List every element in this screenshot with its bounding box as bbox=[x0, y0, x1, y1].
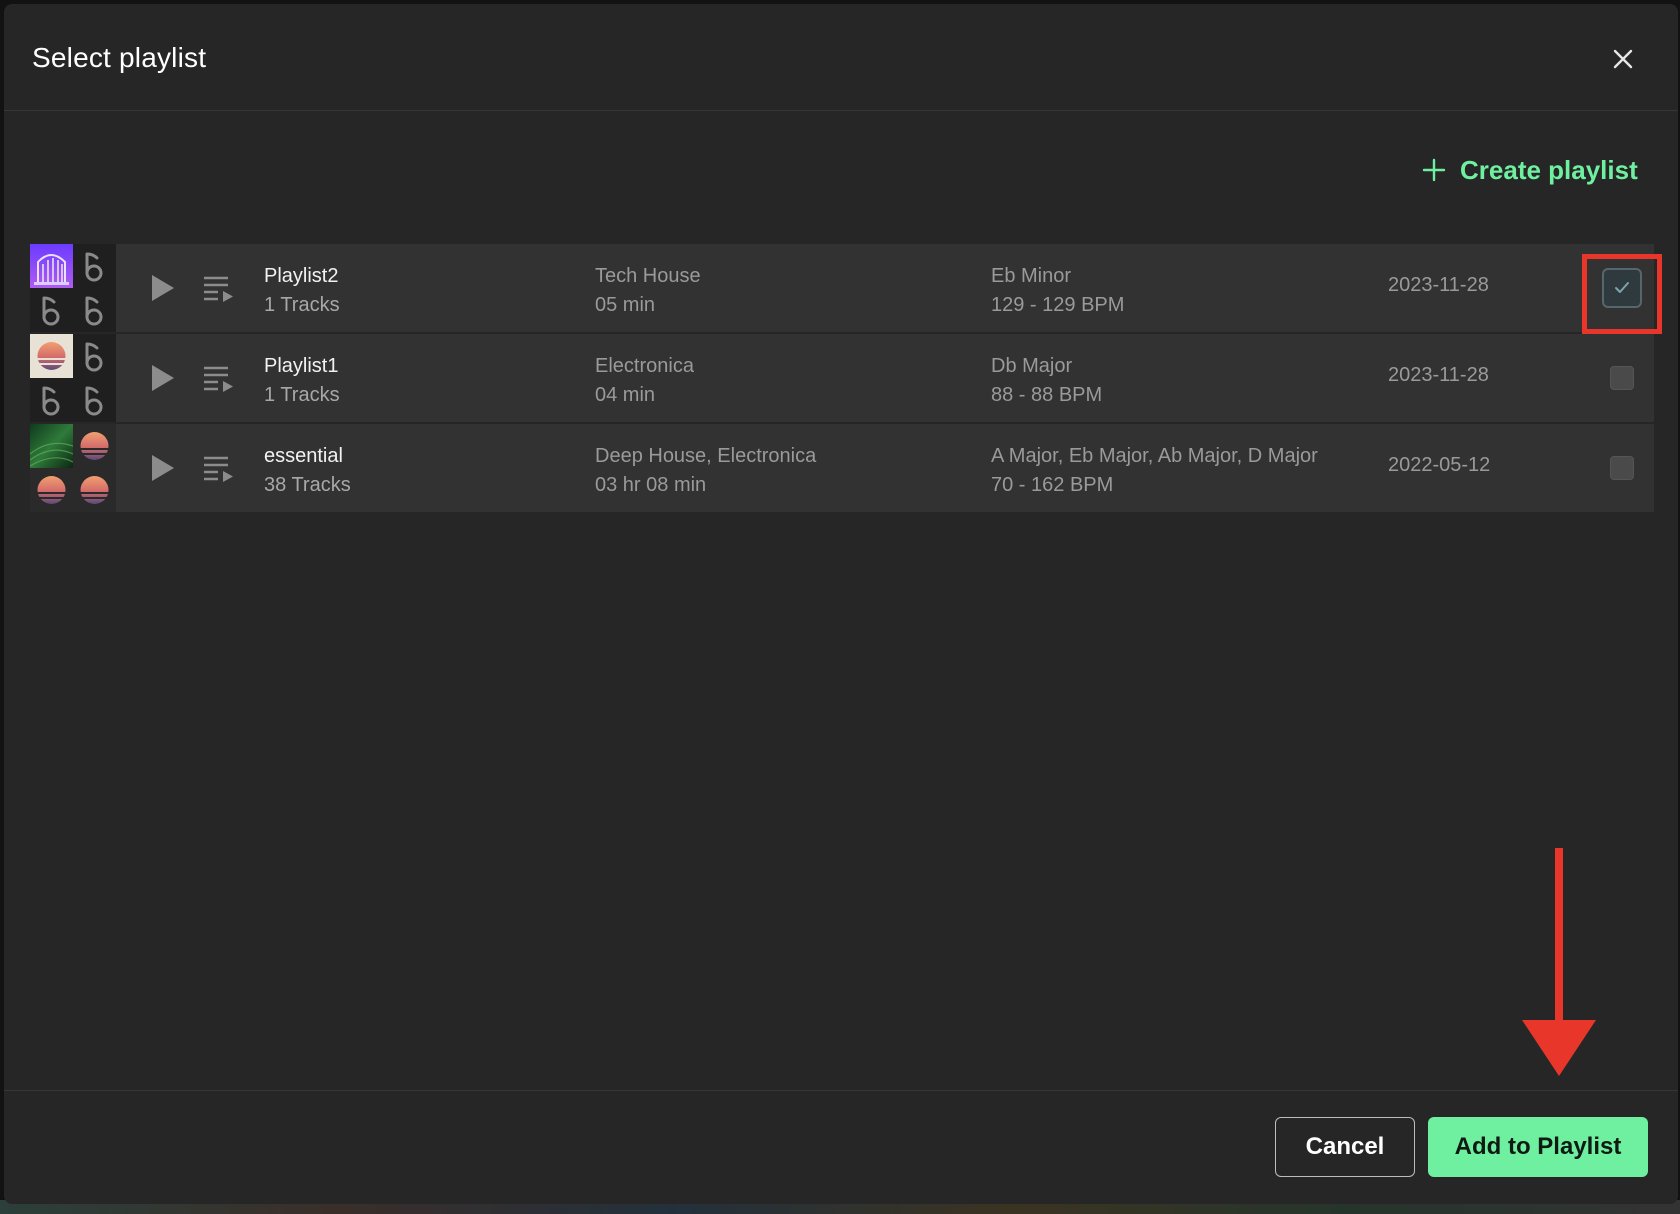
playlist-genre: Deep House, Electronica bbox=[595, 445, 817, 467]
playlist-row[interactable]: Playlist1 1 Tracks Electronica 04 min Db… bbox=[30, 334, 1654, 422]
playlist-key-cell: Eb Minor 129 - 129 BPM bbox=[991, 262, 1124, 320]
create-playlist-button[interactable]: Create playlist bbox=[1422, 150, 1638, 190]
create-playlist-label: Create playlist bbox=[1460, 154, 1638, 185]
plus-icon bbox=[1422, 158, 1446, 182]
cover-art-image bbox=[73, 424, 116, 468]
playlist-name: essential bbox=[264, 445, 343, 467]
cancel-button[interactable]: Cancel bbox=[1275, 1117, 1415, 1177]
playlist-genre-cell: Electronica 04 min bbox=[595, 352, 694, 410]
playlist-duration: 05 min bbox=[595, 294, 656, 316]
playlist-checkbox[interactable] bbox=[1610, 456, 1634, 480]
add-to-queue-button[interactable] bbox=[202, 362, 236, 394]
add-to-queue-button[interactable] bbox=[202, 272, 236, 304]
playlist-date: 2022-05-12 bbox=[1388, 454, 1491, 476]
playlist-name-cell: essential 38 Tracks bbox=[264, 442, 351, 500]
playlist-key-cell: A Major, Eb Major, Ab Major, D Major 70 … bbox=[991, 442, 1318, 500]
playlist-artwork bbox=[30, 424, 116, 512]
playlist-genre: Tech House bbox=[595, 265, 701, 287]
playlist-key-cell: Db Major 88 - 88 BPM bbox=[991, 352, 1102, 410]
close-icon bbox=[1613, 49, 1633, 69]
playlist-checkbox[interactable] bbox=[1610, 366, 1634, 390]
dialog-header: Select playlist bbox=[4, 4, 1678, 111]
playlist-artwork bbox=[30, 334, 116, 422]
playlist-date: 2023-11-28 bbox=[1388, 364, 1489, 386]
playlist-date: 2023-11-28 bbox=[1388, 274, 1489, 296]
playlist-key: Db Major bbox=[991, 355, 1073, 377]
playlist-name-cell: Playlist2 1 Tracks bbox=[264, 262, 340, 320]
play-icon bbox=[152, 365, 174, 391]
music-note-icon bbox=[73, 244, 116, 288]
queue-icon bbox=[204, 366, 233, 392]
add-to-queue-button[interactable] bbox=[202, 452, 236, 484]
queue-icon bbox=[204, 276, 233, 302]
cover-art-image bbox=[73, 468, 116, 512]
playlist-duration: 04 min bbox=[595, 384, 656, 406]
add-to-playlist-button[interactable]: Add to Playlist bbox=[1428, 1117, 1648, 1177]
playlist-genre: Electronica bbox=[595, 355, 694, 377]
playlist-duration: 03 hr 08 min bbox=[595, 474, 707, 496]
play-button[interactable] bbox=[148, 452, 178, 484]
playlist-artwork bbox=[30, 244, 116, 332]
playlist-name: Playlist1 bbox=[264, 355, 339, 377]
playlist-row[interactable]: essential 38 Tracks Deep House, Electron… bbox=[30, 424, 1654, 512]
playlist-track-count: 38 Tracks bbox=[264, 474, 351, 496]
play-icon bbox=[152, 455, 174, 481]
music-note-icon bbox=[73, 288, 116, 332]
play-button[interactable] bbox=[148, 362, 178, 394]
cover-art-image bbox=[30, 334, 73, 378]
music-note-icon bbox=[73, 334, 116, 378]
playlist-bpm: 129 - 129 BPM bbox=[991, 294, 1125, 316]
music-note-icon bbox=[73, 378, 116, 422]
dialog-title: Select playlist bbox=[32, 42, 207, 73]
playlist-list: Playlist2 1 Tracks Tech House 05 min Eb … bbox=[30, 244, 1654, 514]
cover-art-image bbox=[30, 468, 73, 512]
check-icon bbox=[1615, 282, 1629, 293]
cover-art-image bbox=[30, 244, 73, 288]
playlist-checkbox[interactable] bbox=[1602, 268, 1642, 308]
playlist-key: A Major, Eb Major, Ab Major, D Major bbox=[991, 445, 1318, 467]
cover-art-image bbox=[30, 424, 73, 468]
playlist-genre-cell: Tech House 05 min bbox=[595, 262, 701, 320]
select-playlist-dialog: Select playlist Create playlist Playlist… bbox=[4, 4, 1678, 1204]
play-icon bbox=[152, 275, 174, 301]
playlist-track-count: 1 Tracks bbox=[264, 384, 340, 406]
queue-icon bbox=[204, 456, 233, 482]
playlist-key: Eb Minor bbox=[991, 265, 1072, 287]
close-button[interactable] bbox=[1608, 44, 1638, 74]
arrow-annotation-icon bbox=[1522, 848, 1596, 1076]
playlist-bpm: 70 - 162 BPM bbox=[991, 474, 1114, 496]
playlist-genre-cell: Deep House, Electronica 03 hr 08 min bbox=[595, 442, 816, 500]
playlist-track-count: 1 Tracks bbox=[264, 294, 340, 316]
playlist-name: Playlist2 bbox=[264, 265, 339, 287]
play-button[interactable] bbox=[148, 272, 178, 304]
music-note-icon bbox=[30, 378, 73, 422]
footer-divider bbox=[4, 1090, 1678, 1091]
music-note-icon bbox=[30, 288, 73, 332]
playlist-name-cell: Playlist1 1 Tracks bbox=[264, 352, 340, 410]
playlist-bpm: 88 - 88 BPM bbox=[991, 384, 1103, 406]
playlist-row[interactable]: Playlist2 1 Tracks Tech House 05 min Eb … bbox=[30, 244, 1654, 332]
